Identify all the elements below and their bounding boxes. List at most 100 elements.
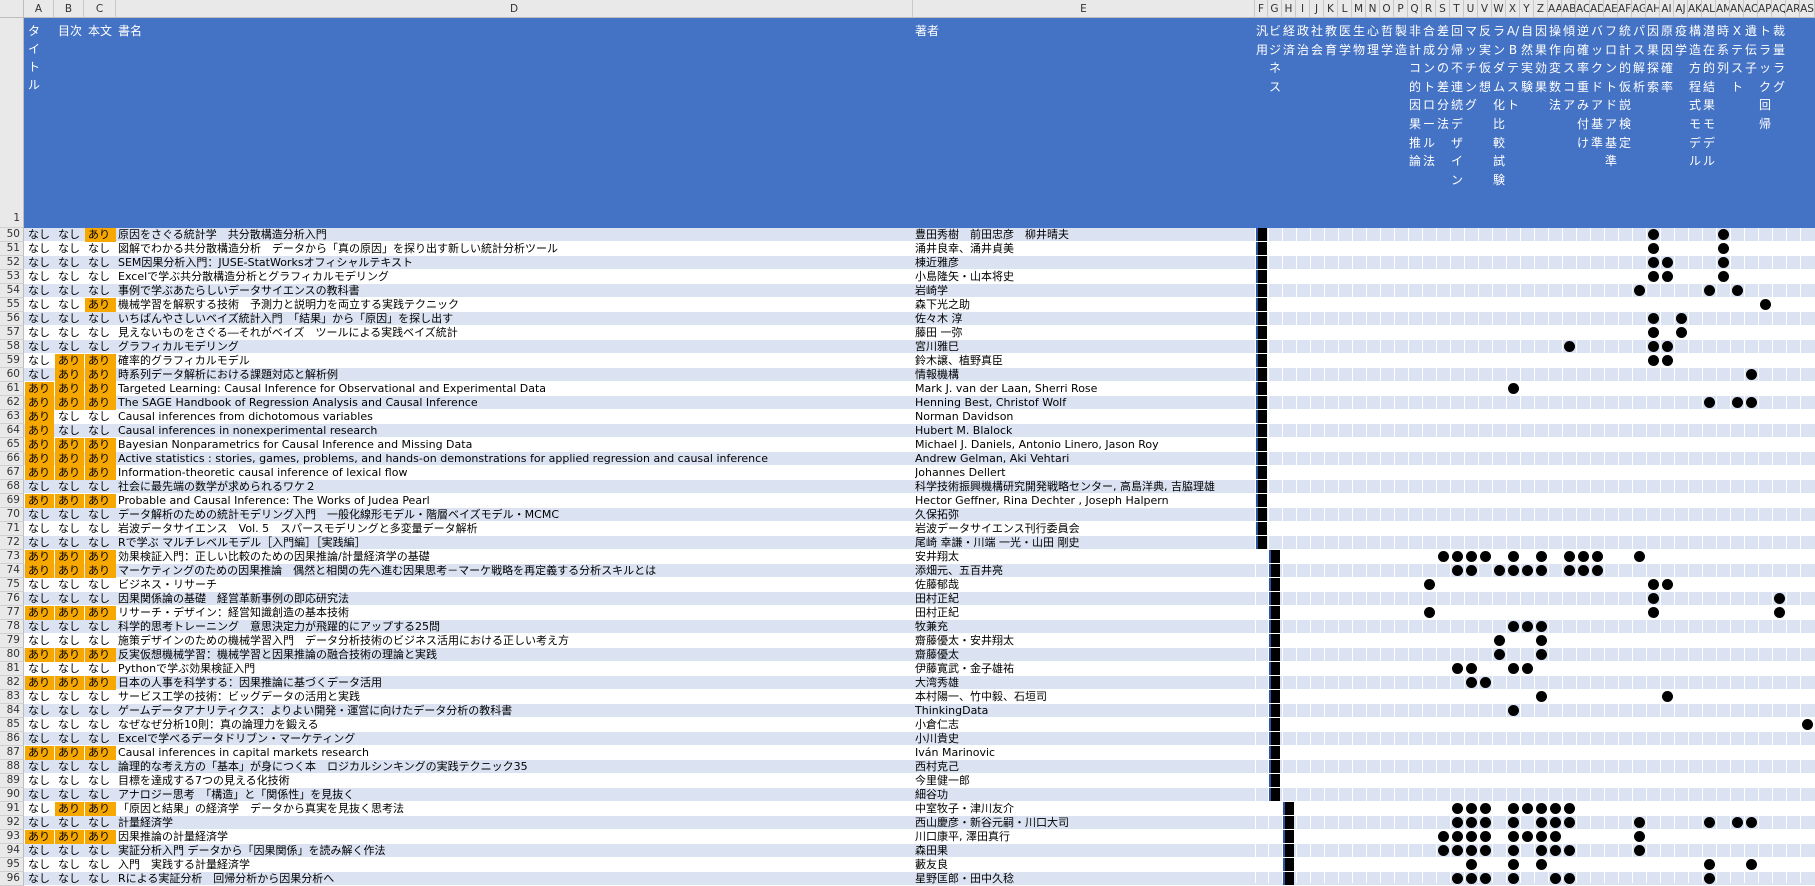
row-number[interactable]: 56: [0, 312, 24, 326]
flag-cell[interactable]: なし: [25, 368, 54, 382]
column-header-F[interactable]: F: [1255, 0, 1268, 18]
flag-cell[interactable]: なし: [55, 760, 84, 774]
topic-header[interactable]: 自然実験: [1520, 22, 1534, 224]
flag-cell[interactable]: あり: [85, 648, 116, 662]
topic-header[interactable]: 医学: [1338, 22, 1352, 224]
topic-header[interactable]: 非計コ的因果推論: [1408, 22, 1422, 224]
flag-cell[interactable]: あり: [85, 746, 116, 760]
column-header-J[interactable]: J: [1310, 0, 1324, 18]
author-cell[interactable]: ThinkingData: [915, 704, 1253, 718]
book-title-cell[interactable]: 論理的な考え方の「基本」が身につく本 ロジカルシンキングの実践テクニック35: [118, 760, 911, 774]
author-cell[interactable]: 尾崎 幸謙・川端 一光・山田 剛史: [915, 536, 1253, 550]
flag-cell[interactable]: あり: [55, 382, 84, 396]
topic-header[interactable]: マッチング: [1464, 22, 1478, 224]
flag-cell[interactable]: なし: [55, 620, 84, 634]
author-cell[interactable]: Iván Marinovic: [915, 746, 1253, 760]
column-header-E[interactable]: E: [913, 0, 1255, 18]
topic-header[interactable]: 合成ントロール法: [1422, 22, 1436, 224]
column-header-H[interactable]: H: [1282, 0, 1296, 18]
author-cell[interactable]: 森下光之助: [915, 298, 1253, 312]
column-header-S[interactable]: S: [1436, 0, 1450, 18]
row-number[interactable]: 50: [0, 228, 24, 242]
row-number[interactable]: 51: [0, 242, 24, 256]
author-cell[interactable]: Hubert M. Blalock: [915, 424, 1253, 438]
header-toc-flag[interactable]: 目次: [58, 22, 82, 40]
topic-header[interactable]: パス解析: [1632, 22, 1646, 224]
flag-cell[interactable]: なし: [85, 774, 116, 788]
row-number[interactable]: 82: [0, 676, 24, 690]
column-header-AB[interactable]: AB: [1562, 0, 1576, 18]
row-number[interactable]: 58: [0, 340, 24, 354]
row-number[interactable]: 71: [0, 522, 24, 536]
flag-cell[interactable]: なし: [85, 788, 116, 802]
book-title-cell[interactable]: Causal inferences in capital markets res…: [118, 746, 911, 760]
header-title-flag[interactable]: タイトル: [28, 22, 50, 94]
column-header-A[interactable]: A: [24, 0, 54, 18]
flag-cell[interactable]: なし: [25, 816, 54, 830]
book-title-cell[interactable]: Excelで学べるデータドリブン・マーケティング: [118, 732, 911, 746]
flag-cell[interactable]: なし: [85, 620, 116, 634]
flag-cell[interactable]: なし: [55, 816, 84, 830]
flag-cell[interactable]: なし: [55, 298, 84, 312]
column-header-C[interactable]: C: [84, 0, 116, 18]
flag-cell[interactable]: なし: [85, 508, 116, 522]
topic-header[interactable]: 逆確率重み付け: [1576, 22, 1590, 224]
flag-cell[interactable]: なし: [55, 270, 84, 284]
flag-cell[interactable]: なし: [55, 704, 84, 718]
flag-cell[interactable]: あり: [85, 802, 116, 816]
row-number[interactable]: 52: [0, 256, 24, 270]
author-cell[interactable]: 棟近雅彦: [915, 256, 1253, 270]
row-number[interactable]: 84: [0, 704, 24, 718]
book-title-cell[interactable]: 確率的グラフィカルモデル: [118, 354, 911, 368]
flag-cell[interactable]: なし: [25, 578, 54, 592]
column-header-AS[interactable]: AS: [1800, 0, 1815, 18]
flag-cell[interactable]: なし: [25, 634, 54, 648]
column-header-AA[interactable]: AA: [1548, 0, 1562, 18]
row-number[interactable]: 94: [0, 844, 24, 858]
topic-header[interactable]: 政治: [1296, 22, 1310, 224]
topic-header[interactable]: 傾向スコア: [1562, 22, 1576, 224]
topic-header[interactable]: 社会: [1310, 22, 1324, 224]
flag-cell[interactable]: あり: [85, 298, 116, 312]
flag-cell[interactable]: なし: [85, 760, 116, 774]
column-header-D[interactable]: D: [116, 0, 913, 18]
book-title-cell[interactable]: Information-theoretic causal inference o…: [118, 466, 911, 480]
author-cell[interactable]: 星野匡郎・田中久稔: [915, 872, 1253, 886]
row-number[interactable]: 89: [0, 774, 24, 788]
column-header-AG[interactable]: AG: [1632, 0, 1646, 18]
flag-cell[interactable]: なし: [25, 354, 54, 368]
row-number[interactable]: 64: [0, 424, 24, 438]
book-title-cell[interactable]: アナロジー思考 「構造」と「関係性」を見抜く: [118, 788, 911, 802]
header-body-flag[interactable]: 本文: [88, 22, 112, 40]
row-number[interactable]: 75: [0, 578, 24, 592]
flag-cell[interactable]: なし: [85, 732, 116, 746]
author-cell[interactable]: 佐々木 淳: [915, 312, 1253, 326]
flag-cell[interactable]: あり: [55, 830, 84, 844]
flag-cell[interactable]: なし: [25, 690, 54, 704]
topic-header[interactable]: 製造: [1394, 22, 1408, 224]
flag-cell[interactable]: なし: [25, 662, 54, 676]
flag-cell[interactable]: なし: [55, 312, 84, 326]
flag-cell[interactable]: なし: [85, 858, 116, 872]
flag-cell[interactable]: なし: [25, 312, 54, 326]
row-number[interactable]: 83: [0, 690, 24, 704]
topic-header[interactable]: 生物: [1352, 22, 1366, 224]
book-title-cell[interactable]: 反実仮想機械学習：機械学習と因果推論の融合技術の理論と実践: [118, 648, 911, 662]
book-title-cell[interactable]: 事例で学ぶあたらしいデータサイエンスの教科書: [118, 284, 911, 298]
author-cell[interactable]: 岩波データサイエンス刊行委員会: [915, 522, 1253, 536]
flag-cell[interactable]: あり: [55, 606, 84, 620]
column-header-AP[interactable]: AP: [1758, 0, 1772, 18]
flag-cell[interactable]: なし: [25, 788, 54, 802]
author-cell[interactable]: Hector Geffner, Rina Dechter , Joseph Ha…: [915, 494, 1253, 508]
column-header-X[interactable]: X: [1506, 0, 1520, 18]
row-number[interactable]: 96: [0, 872, 24, 886]
book-title-cell[interactable]: 社会に最先端の数学が求められるワケ２: [118, 480, 911, 494]
flag-cell[interactable]: なし: [55, 340, 84, 354]
flag-cell[interactable]: なし: [25, 228, 54, 242]
topic-header[interactable]: 因果探索: [1646, 22, 1660, 224]
flag-cell[interactable]: なし: [25, 522, 54, 536]
flag-cell[interactable]: なし: [85, 270, 116, 284]
author-cell[interactable]: 小倉仁志: [915, 718, 1253, 732]
flag-cell[interactable]: あり: [25, 466, 54, 480]
row-number[interactable]: 62: [0, 396, 24, 410]
